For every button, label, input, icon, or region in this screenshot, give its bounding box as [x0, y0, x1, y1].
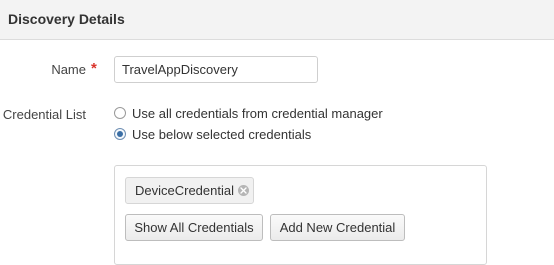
name-input[interactable] [114, 56, 318, 83]
radio-use-selected-credentials[interactable]: Use below selected credentials [114, 126, 311, 142]
required-marker: * [91, 60, 97, 77]
radio-use-all-credentials[interactable]: Use all credentials from credential mana… [114, 105, 383, 121]
radio-button-selected[interactable] [114, 128, 126, 140]
radio-label: Use all credentials from credential mana… [132, 105, 383, 121]
name-label: Name [51, 62, 86, 77]
add-new-credential-button[interactable]: Add New Credential [270, 214, 405, 241]
close-icon[interactable] [238, 185, 249, 196]
credential-chip-label: DeviceCredential [135, 183, 234, 198]
show-all-credentials-button[interactable]: Show All Credentials [125, 214, 263, 241]
section-title: Discovery Details [8, 11, 125, 27]
credential-chip: DeviceCredential [125, 177, 254, 204]
radio-button[interactable] [114, 107, 126, 119]
radio-label: Use below selected credentials [132, 126, 312, 142]
section-header: Discovery Details [0, 0, 554, 40]
credential-list-label: Credential List [2, 107, 86, 122]
